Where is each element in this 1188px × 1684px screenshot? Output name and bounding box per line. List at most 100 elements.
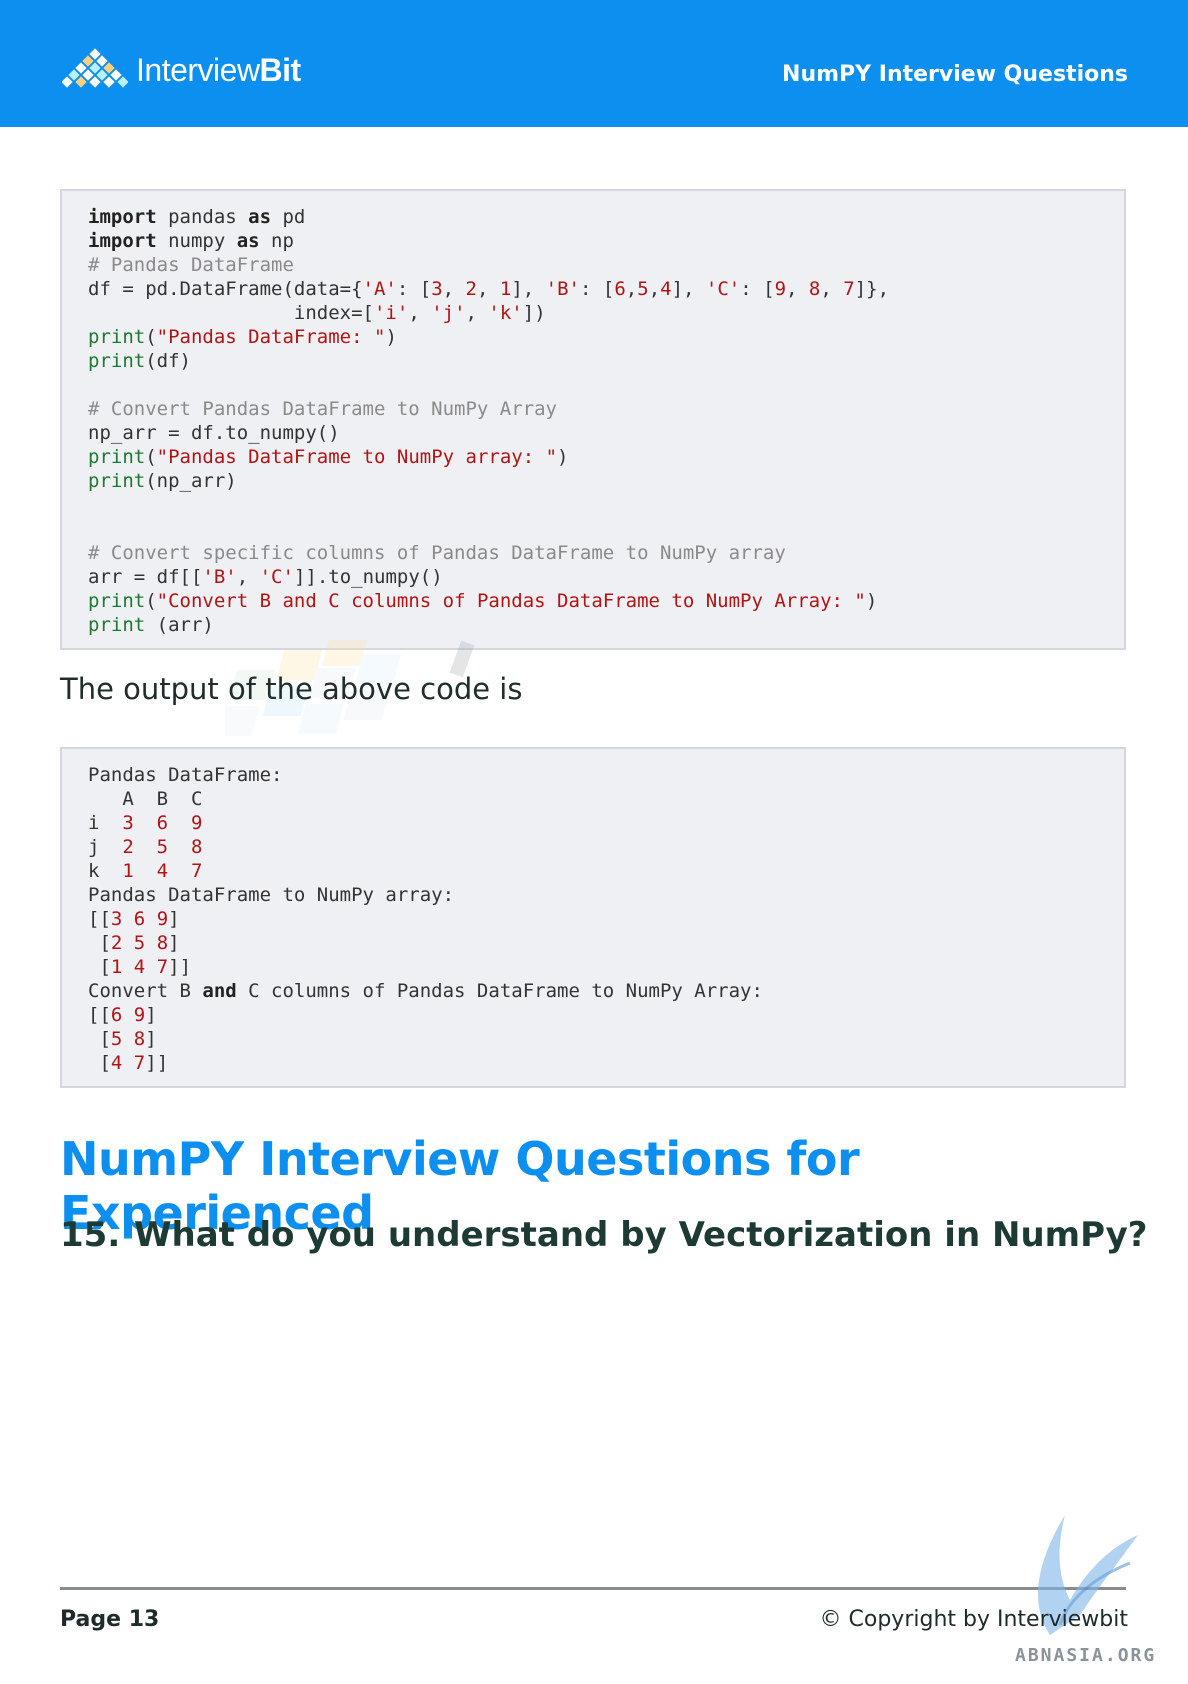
- logo-text: InterviewBit: [136, 51, 301, 88]
- code-token: 4: [156, 860, 169, 882]
- document-title: NumPY Interview Questions: [782, 62, 1128, 87]
- output-intro-text: The output of the above code is: [60, 672, 523, 706]
- code-token: ],: [671, 278, 706, 300]
- code-token: (: [145, 446, 157, 468]
- code-token: 7: [133, 1052, 146, 1074]
- logo-diamond-icon: [62, 48, 128, 88]
- code-token: "Pandas DataFrame to NumPy array: ": [156, 446, 558, 468]
- code-token: : [: [740, 278, 775, 300]
- code-token: print: [88, 590, 146, 612]
- code-token: 8: [156, 932, 169, 954]
- code-token: 3: [122, 812, 134, 834]
- question-heading: 15. What do you understand by Vectorizat…: [60, 1215, 1148, 1255]
- code-line: Pandas DataFrame to NumPy array:: [88, 883, 1098, 907]
- code-token: ]: [145, 1028, 157, 1050]
- code-token: ,: [236, 566, 260, 588]
- code-line: A B C: [88, 787, 1098, 811]
- code-token: 'B': [545, 278, 580, 300]
- code-token: 2: [110, 932, 123, 954]
- code-line: Convert B and C columns of Pandas DataFr…: [88, 979, 1098, 1003]
- code-token: A B C: [88, 788, 203, 810]
- code-token: 9: [133, 1004, 146, 1026]
- interviewbit-logo[interactable]: InterviewBit: [62, 48, 301, 92]
- code-line: print(np_arr): [88, 469, 1098, 493]
- code-token: ]: [145, 1004, 157, 1026]
- code-token: 6: [133, 908, 146, 930]
- code-line: print (arr): [88, 613, 1098, 637]
- code-token: arr = df[[: [88, 566, 203, 588]
- question-text: What do you understand by Vectorization …: [134, 1215, 1148, 1255]
- code-token: as: [248, 206, 272, 228]
- code-block-input[interactable]: import pandas as pd import numpy as np # P…: [60, 189, 1126, 650]
- code-token: 4: [660, 278, 672, 300]
- code-token: [: [88, 1052, 111, 1074]
- code-token: [[: [88, 1004, 111, 1026]
- code-token: ): [385, 326, 397, 348]
- code-token: ],: [511, 278, 546, 300]
- code-token: 'j': [431, 302, 466, 324]
- code-line: import pandas as pd: [88, 205, 1098, 229]
- site-watermark: ABNASIA.ORG: [1015, 1645, 1157, 1666]
- code-token: [[: [88, 908, 111, 930]
- code-token: ,: [408, 302, 432, 324]
- code-token: 9: [156, 908, 169, 930]
- code-token: # Convert specific columns of Pandas Dat…: [88, 542, 786, 564]
- code-token: 1: [110, 956, 123, 978]
- code-token: print: [88, 446, 146, 468]
- code-token: np_arr = df.to_numpy(): [88, 422, 340, 444]
- code-token: 8: [808, 278, 821, 300]
- code-token: # Convert Pandas DataFrame to NumPy Arra…: [88, 398, 557, 420]
- code-token: ]]: [145, 1052, 169, 1074]
- code-line: print("Convert B and C columns of Pandas…: [88, 589, 1098, 613]
- code-line: j 2 5 8: [88, 835, 1098, 859]
- code-token: ]: [168, 908, 180, 930]
- code-token: import: [88, 206, 157, 228]
- code-token: 1: [499, 278, 512, 300]
- code-line: np_arr = df.to_numpy(): [88, 421, 1098, 445]
- code-token: ,: [820, 278, 844, 300]
- code-token: 6: [156, 812, 169, 834]
- code-token: Pandas DataFrame to NumPy array:: [88, 884, 455, 906]
- code-token: 6: [614, 278, 626, 300]
- code-token: k: [88, 860, 123, 882]
- code-token: ): [557, 446, 569, 468]
- code-token: pd: [271, 206, 306, 228]
- code-line: index=['i', 'j', 'k']): [88, 301, 1098, 325]
- code-token: ,: [625, 278, 638, 300]
- code-token: [: [88, 932, 111, 954]
- code-token: ,: [465, 302, 489, 324]
- code-token: : [: [580, 278, 615, 300]
- code-block-output[interactable]: Pandas DataFrame: A B Ci 3 6 9j 2 5 8k 1…: [60, 747, 1126, 1088]
- code-line: [4 7]]: [88, 1051, 1098, 1075]
- code-token: Pandas DataFrame:: [88, 764, 283, 786]
- code-token: (arr): [145, 614, 214, 636]
- code-token: 7: [191, 860, 203, 882]
- footer-divider: [60, 1587, 1126, 1590]
- code-token: ]},: [854, 278, 890, 300]
- code-token: 7: [843, 278, 855, 300]
- page-number: Page 13: [60, 1607, 160, 1632]
- code-token: ,: [786, 278, 809, 300]
- code-token: [: [88, 956, 111, 978]
- code-token: ,: [442, 278, 466, 300]
- question-number: 15.: [60, 1215, 121, 1255]
- code-token: 'B': [202, 566, 237, 588]
- code-token: 'C': [705, 278, 741, 300]
- code-token: 5: [637, 278, 649, 300]
- code-token: 7: [156, 956, 169, 978]
- code-line: # Pandas DataFrame: [88, 253, 1098, 277]
- code-token: as: [236, 230, 260, 252]
- code-token: 'i': [373, 302, 409, 324]
- code-token: 'A': [362, 278, 397, 300]
- code-line: [1 4 7]]: [88, 955, 1098, 979]
- code-line: [[6 9]: [88, 1003, 1098, 1027]
- code-line: [[3 6 9]: [88, 907, 1098, 931]
- code-token: 'k': [488, 302, 523, 324]
